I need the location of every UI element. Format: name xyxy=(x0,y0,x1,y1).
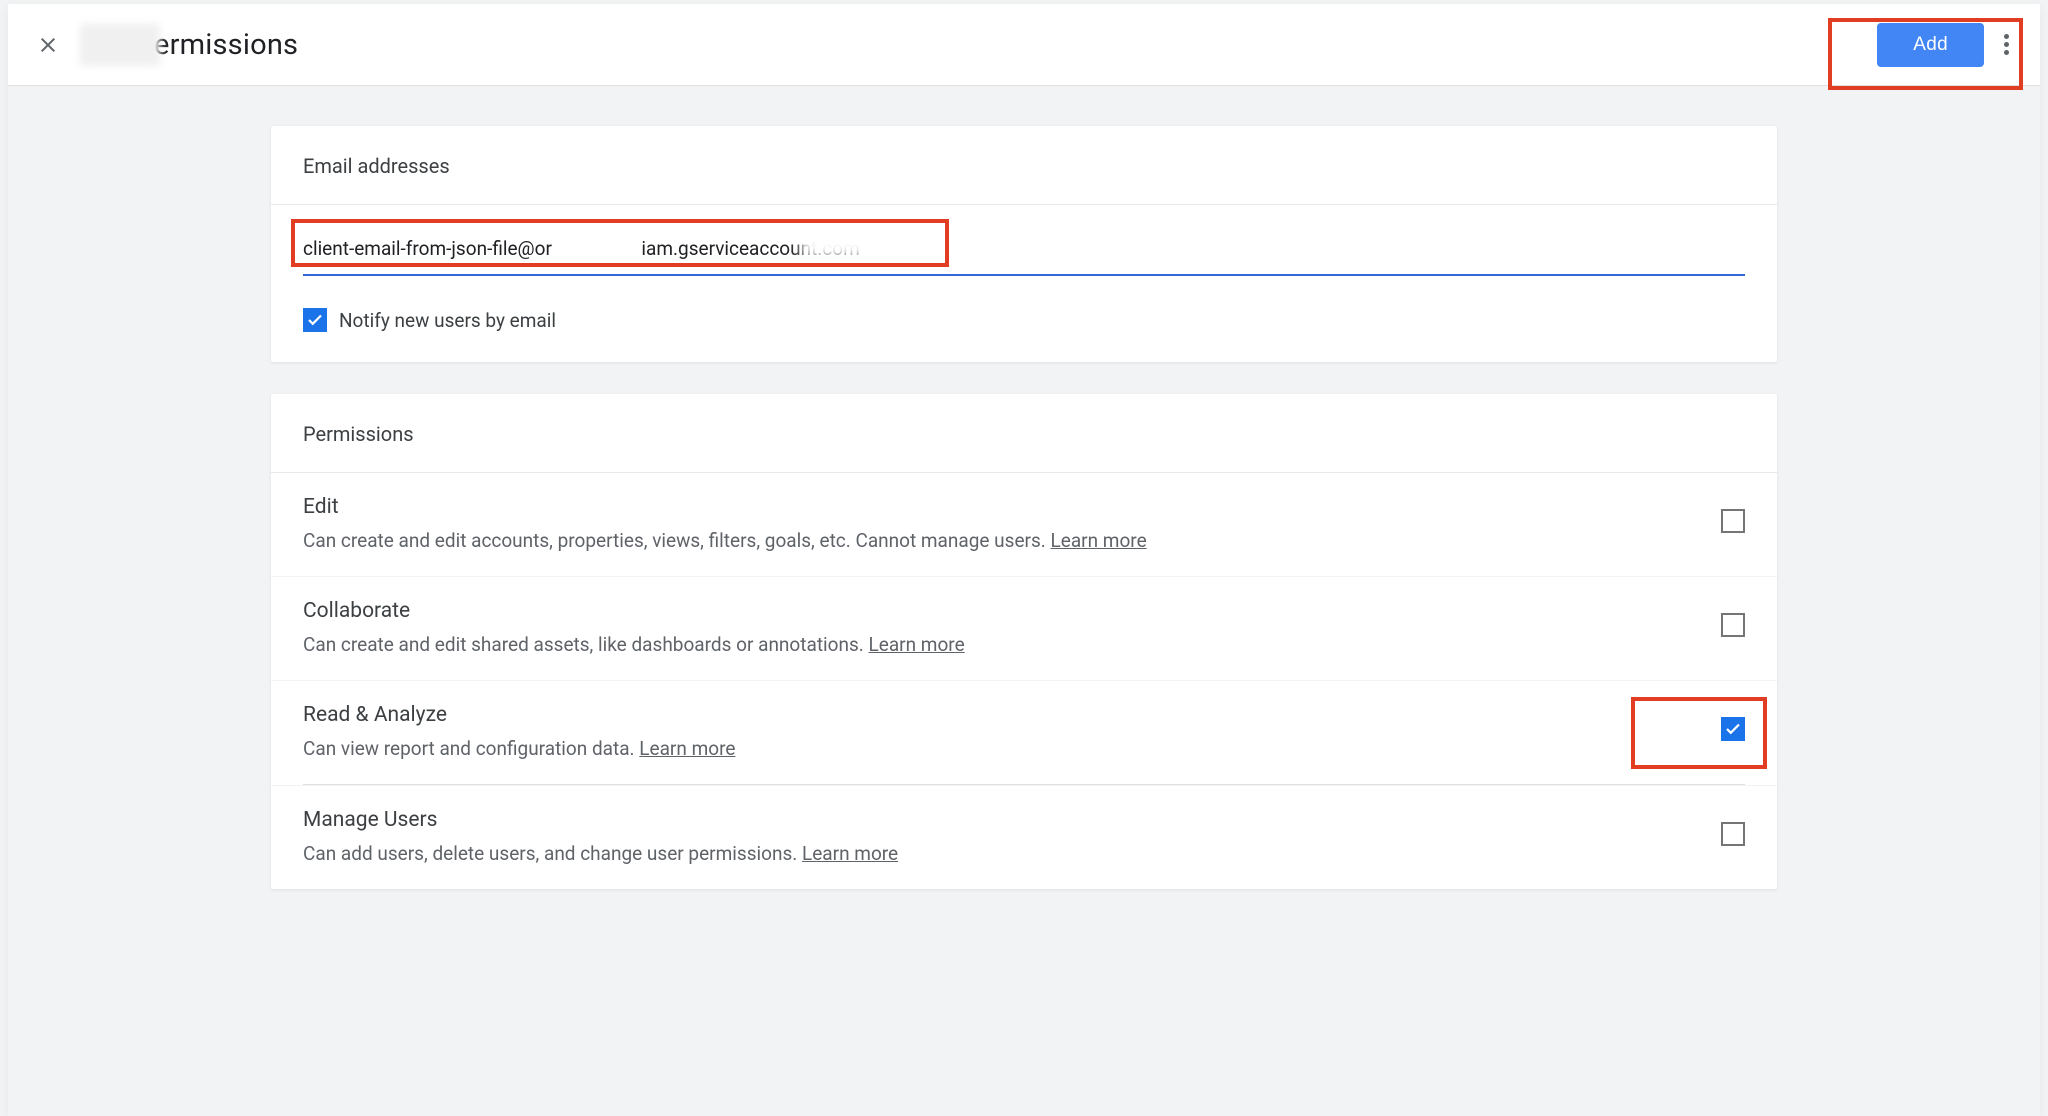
permission-row-manage-users: Manage Users Can add users, delete users… xyxy=(271,785,1777,889)
permission-row-read-analyze: Read & Analyze Can view report and confi… xyxy=(271,680,1777,784)
permission-title: Manage Users xyxy=(303,808,898,832)
permission-row-collaborate: Collaborate Can create and edit shared a… xyxy=(271,576,1777,680)
close-icon[interactable] xyxy=(36,33,60,57)
permission-description-text: Can add users, delete users, and change … xyxy=(303,842,802,865)
permission-checkbox-collaborate[interactable] xyxy=(1721,613,1745,637)
permission-description-text: Can create and edit accounts, properties… xyxy=(303,529,1051,552)
permission-description: Can create and edit accounts, properties… xyxy=(303,529,1147,552)
permission-title: Read & Analyze xyxy=(303,703,735,727)
add-button[interactable]: Add xyxy=(1877,23,1984,67)
dialog-header: ermissions Add xyxy=(8,4,2040,86)
more-menu-icon[interactable] xyxy=(2002,34,2010,55)
learn-more-link[interactable]: Learn more xyxy=(1051,529,1147,552)
permissions-card: Permissions Edit Can create and edit acc… xyxy=(271,394,1777,889)
permission-description-text: Can view report and configuration data. xyxy=(303,737,639,760)
permission-checkbox-edit[interactable] xyxy=(1721,509,1745,533)
permissions-section-header: Permissions xyxy=(271,394,1777,473)
email-section-header: Email addresses xyxy=(271,126,1777,205)
page-title: ermissions xyxy=(154,28,298,62)
notify-checkbox-label: Notify new users by email xyxy=(339,309,556,332)
permission-title: Edit xyxy=(303,495,1147,519)
redacted-title-prefix xyxy=(80,24,160,66)
permission-description: Can create and edit shared assets, like … xyxy=(303,633,965,656)
permission-row-edit: Edit Can create and edit accounts, prope… xyxy=(271,473,1777,576)
annotation-highlight-checkbox xyxy=(1631,697,1767,769)
permission-checkbox-read-analyze[interactable] xyxy=(1721,717,1745,741)
learn-more-link[interactable]: Learn more xyxy=(802,842,898,865)
email-input[interactable] xyxy=(303,223,1745,276)
learn-more-link[interactable]: Learn more xyxy=(869,633,965,656)
permission-description: Can add users, delete users, and change … xyxy=(303,842,898,865)
permission-title: Collaborate xyxy=(303,599,965,623)
permission-checkbox-manage-users[interactable] xyxy=(1721,822,1745,846)
notify-checkbox[interactable] xyxy=(303,308,327,332)
learn-more-link[interactable]: Learn more xyxy=(639,737,735,760)
permission-description: Can view report and configuration data. … xyxy=(303,737,735,760)
permission-description-text: Can create and edit shared assets, like … xyxy=(303,633,869,656)
email-card: Email addresses Notify new users by emai… xyxy=(271,126,1777,362)
redacted-email-segment xyxy=(801,233,917,257)
